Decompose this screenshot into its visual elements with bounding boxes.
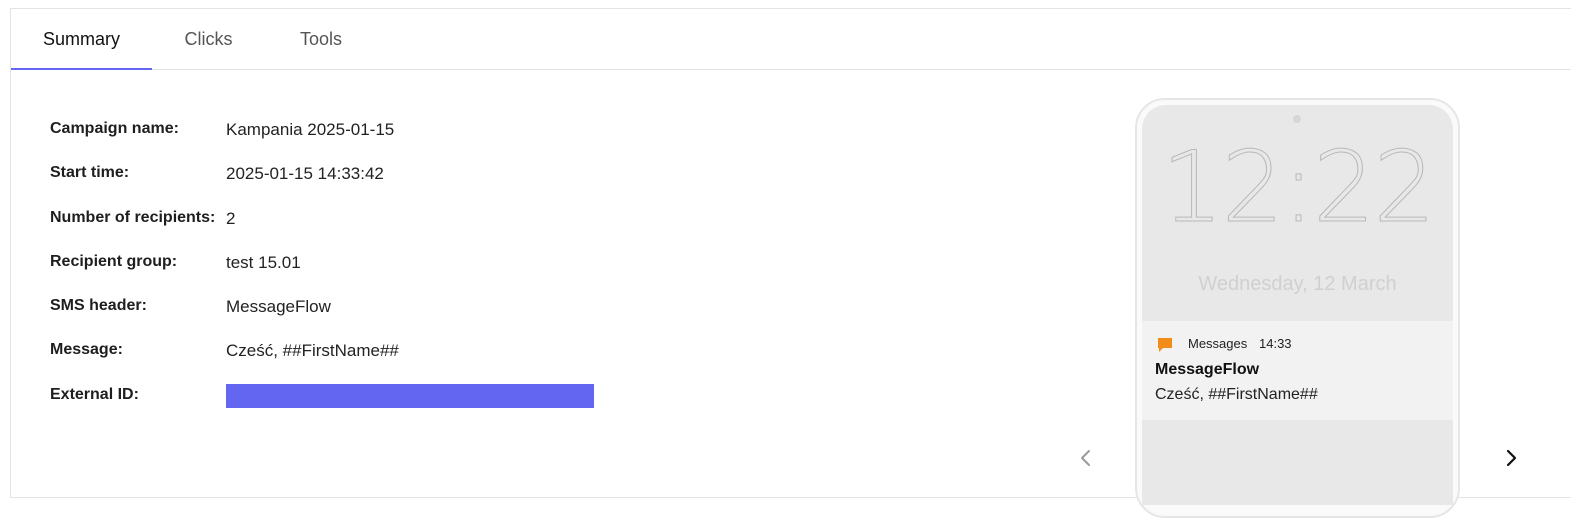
campaign-summary-panel: Summary Clicks Tools Campaign name: Kamp… (10, 8, 1571, 518)
sms-notification: Messages 14:33 MessageFlow Cześć, ##Firs… (1142, 321, 1453, 420)
notification-app-name: Messages (1188, 336, 1248, 351)
message-value: Cześć, ##FirstName## (226, 341, 399, 361)
tab-summary[interactable]: Summary (11, 9, 152, 70)
tab-tools[interactable]: Tools (276, 9, 366, 69)
recipients-value: 2 (226, 208, 236, 228)
recipient-group-value: test 15.01 (226, 252, 301, 272)
detail-label: External ID: (50, 385, 139, 403)
notification-sender: MessageFlow (1155, 361, 1260, 378)
detail-label: Message: (50, 341, 123, 359)
detail-label: Campaign name: (50, 120, 179, 137)
chat-bubble-icon (1157, 337, 1173, 353)
sms-preview-phone: 12:22 Wednesday, 12 March Messages 14:33… (1142, 105, 1453, 505)
lockscreen-clock: 12:22 (1161, 131, 1436, 245)
detail-label: Recipient group: (50, 252, 178, 270)
detail-label: Start time: (50, 164, 130, 182)
start-time-value: 2025-01-15 14:33:42 (226, 164, 384, 184)
camera-dot (1293, 115, 1301, 123)
sms-header-value: MessageFlow (226, 297, 331, 317)
tab-bar: Summary Clicks Tools (11, 9, 1571, 70)
notification-body: Cześć, ##FirstName## (1155, 386, 1318, 403)
lockscreen-date: Wednesday, 12 March (1198, 273, 1397, 295)
chevron-left-icon[interactable] (1074, 446, 1098, 470)
notification-time: 14:33 (1259, 336, 1292, 351)
chevron-right-icon[interactable] (1499, 446, 1523, 470)
external-id-redacted (226, 383, 594, 408)
tab-clicks[interactable]: Clicks (166, 9, 251, 69)
detail-label: SMS header: (50, 297, 147, 315)
detail-label: Number of recipients: (50, 208, 216, 226)
campaign-name-value: Kampania 2025-01-15 (226, 120, 395, 139)
